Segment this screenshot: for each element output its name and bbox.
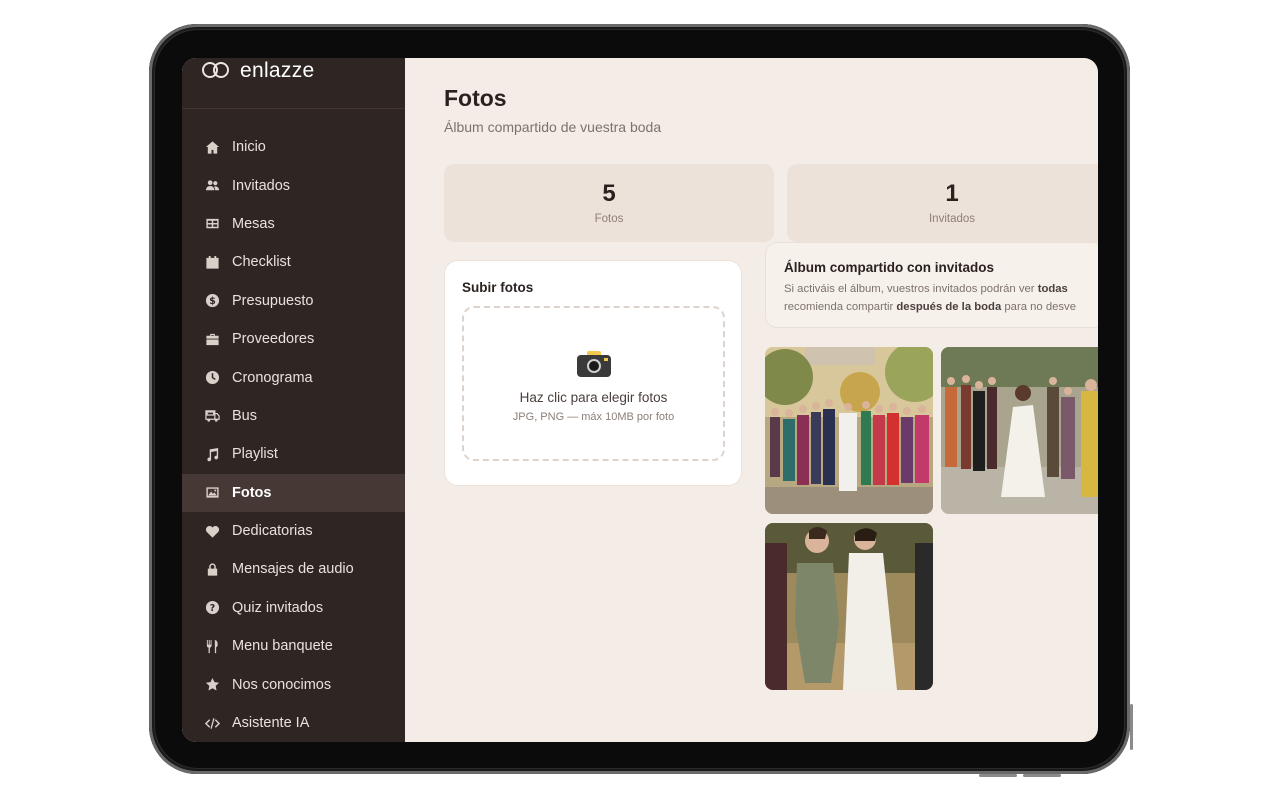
sidebar-item-label: Inicio	[232, 139, 266, 156]
calendar-icon	[204, 254, 220, 270]
page-subtitle: Álbum compartido de vuestra boda	[444, 119, 662, 135]
sidebar-item-dedicatorias[interactable]: Dedicatorias	[182, 512, 405, 550]
dollar-icon: $	[204, 293, 220, 309]
page-title: Fotos	[444, 85, 507, 111]
sidebar-item-label: Fotos	[232, 484, 272, 501]
clock-icon	[204, 370, 220, 386]
table-icon	[204, 216, 220, 232]
sidebar-item-nos-conocimos[interactable]: Nos conocimos	[182, 665, 405, 703]
sidebar-item-label: Mensajes de audio	[232, 561, 354, 578]
bus-icon	[204, 408, 220, 424]
sidebar-item-label: Presupuesto	[232, 292, 314, 309]
sidebar-item-proveedores[interactable]: Proveedores	[182, 320, 405, 358]
camera-icon	[577, 351, 611, 377]
sidebar-item-playlist[interactable]: Playlist	[182, 435, 405, 473]
stat-label: Fotos	[594, 212, 624, 225]
volume-button	[979, 774, 1017, 777]
sidebar-item-label: Playlist	[232, 446, 278, 463]
code-icon	[204, 715, 220, 731]
briefcase-icon	[204, 331, 220, 347]
image-icon	[204, 485, 220, 501]
photo-thumbnail[interactable]	[941, 347, 1098, 514]
stat-card-fotos: 5 Fotos	[444, 164, 774, 242]
utensils-icon	[204, 638, 220, 654]
sidebar-item-asistente-ia[interactable]: Asistente IA	[182, 704, 405, 742]
photo-thumbnail[interactable]	[765, 347, 933, 514]
sidebar-divider	[182, 108, 405, 109]
sidebar-item-fotos[interactable]: Fotos	[182, 473, 405, 512]
svg-text:?: ?	[209, 603, 214, 614]
photo-thumbnail[interactable]	[765, 523, 933, 690]
sidebar-item-cronograma[interactable]: Cronograma	[182, 358, 405, 396]
shared-album-title: Álbum compartido con invitados	[784, 260, 995, 275]
sidebar-item-mesas[interactable]: Mesas	[182, 205, 405, 243]
main-content: Fotos Álbum compartido de vuestra boda 5…	[405, 58, 1098, 742]
sidebar: enlazze Inicio Invitados Mesas Checklist…	[182, 58, 405, 742]
bride-with-guest-image	[765, 523, 933, 690]
users-icon	[204, 178, 220, 194]
side-button	[1130, 704, 1133, 750]
sidebar-item-label: Nos conocimos	[232, 676, 332, 693]
stat-card-invitados: 1 Invitados	[787, 164, 1098, 242]
dropzone-cta: Haz clic para elegir fotos	[519, 390, 668, 405]
sidebar-item-label: Dedicatorias	[232, 523, 313, 540]
upload-title: Subir fotos	[462, 280, 534, 295]
sidebar-item-label: Cronograma	[232, 369, 313, 386]
stat-value: 5	[602, 180, 616, 208]
group-photo-image	[765, 347, 933, 514]
sidebar-item-inicio[interactable]: Inicio	[182, 128, 405, 166]
sidebar-item-invitados[interactable]: Invitados	[182, 166, 405, 204]
sidebar-item-label: Checklist	[232, 254, 291, 271]
sidebar-item-label: Quiz invitados	[232, 599, 324, 616]
photo-dropzone[interactable]: Haz clic para elegir fotos JPG, PNG — má…	[462, 306, 725, 461]
stat-value: 1	[945, 180, 959, 208]
shared-album-description: Si activáis el álbum, vuestros invitados…	[784, 283, 1076, 313]
shared-album-card: Álbum compartido con invitados Si activá…	[765, 242, 1098, 328]
sidebar-nav: Inicio Invitados Mesas Checklist $ Presu…	[182, 128, 405, 742]
sidebar-item-label: Invitados	[232, 177, 291, 194]
bride-dancing-image	[941, 347, 1098, 514]
sidebar-item-label: Asistente IA	[232, 715, 310, 732]
sidebar-item-quiz-invitados[interactable]: ? Quiz invitados	[182, 589, 405, 627]
sidebar-item-checklist[interactable]: Checklist	[182, 243, 405, 281]
app-screen: enlazze Inicio Invitados Mesas Checklist…	[182, 58, 1098, 742]
sidebar-item-bus[interactable]: Bus	[182, 397, 405, 435]
sidebar-item-label: Menu banquete	[232, 638, 333, 655]
home-icon	[204, 139, 220, 155]
heart-icon	[204, 523, 220, 539]
brand-name: enlazze	[240, 59, 315, 82]
sidebar-item-menu-banquete[interactable]: Menu banquete	[182, 627, 405, 665]
sidebar-item-label: Proveedores	[232, 331, 315, 348]
brand[interactable]: enlazze	[202, 58, 402, 96]
lock-icon	[204, 561, 220, 577]
svg-text:$: $	[209, 296, 216, 307]
sidebar-item-label: Bus	[232, 407, 257, 424]
volume-button	[1023, 774, 1061, 777]
sidebar-item-mensajes-de-audio[interactable]: Mensajes de audio	[182, 550, 405, 588]
sidebar-item-presupuesto[interactable]: $ Presupuesto	[182, 282, 405, 320]
question-icon: ?	[204, 600, 220, 616]
stat-label: Invitados	[928, 212, 976, 225]
rings-logo-icon	[202, 60, 230, 82]
sidebar-item-label: Mesas	[232, 215, 275, 232]
upload-card: Subir fotos Haz clic para elegir fotos J…	[444, 260, 742, 486]
dropzone-hint: JPG, PNG — máx 10MB por foto	[512, 411, 675, 423]
star-icon	[204, 677, 220, 693]
music-icon	[204, 446, 220, 462]
